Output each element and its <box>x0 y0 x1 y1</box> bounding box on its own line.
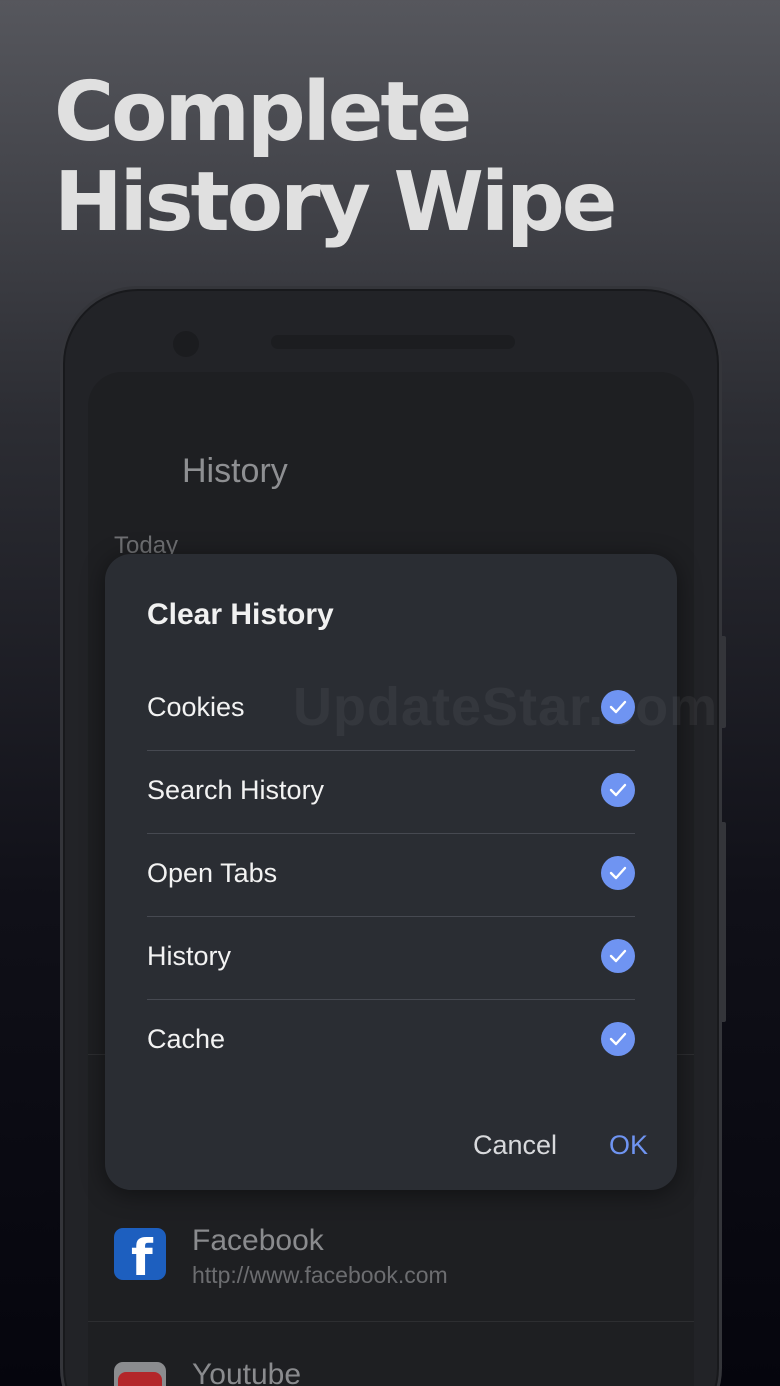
facebook-icon: f <box>114 1228 166 1286</box>
promo-headline: Complete History Wipe <box>54 65 617 250</box>
dialog-title: Clear History <box>147 598 334 631</box>
power-button <box>720 636 726 728</box>
option-search-history[interactable]: Search History <box>147 751 635 834</box>
camera-icon <box>173 331 199 357</box>
checkbox-checked-icon[interactable] <box>601 939 635 973</box>
ok-button[interactable]: OK <box>609 1130 648 1161</box>
divider <box>88 1321 694 1322</box>
history-item-youtube[interactable]: Youtube <box>114 1358 694 1386</box>
option-label: Open Tabs <box>147 858 278 888</box>
checkbox-checked-icon[interactable] <box>601 773 635 807</box>
option-history[interactable]: History <box>147 917 635 1000</box>
option-label: History <box>147 941 232 971</box>
option-label: Cookies <box>147 692 245 722</box>
history-item-url: http://www.facebook.com <box>192 1262 448 1288</box>
option-open-tabs[interactable]: Open Tabs <box>147 834 635 917</box>
checkbox-checked-icon[interactable] <box>601 856 635 890</box>
checkbox-checked-icon[interactable] <box>601 690 635 724</box>
checkbox-checked-icon[interactable] <box>601 1022 635 1056</box>
volume-button <box>720 822 726 1022</box>
page-title: History <box>182 452 288 490</box>
option-label: Cache <box>147 1024 226 1054</box>
history-item-title: Facebook <box>192 1224 324 1257</box>
cancel-button[interactable]: Cancel <box>473 1130 557 1161</box>
option-label: Search History <box>147 775 325 805</box>
option-cookies[interactable]: Cookies <box>147 668 635 751</box>
speaker-grille <box>271 335 515 349</box>
headline-line-2: History Wipe <box>54 155 617 250</box>
option-cache[interactable]: Cache <box>147 1000 635 1083</box>
history-item-facebook[interactable]: f Facebook http://www.facebook.com <box>114 1224 694 1320</box>
headline-line-1: Complete <box>54 65 472 160</box>
history-item-title: Youtube <box>192 1358 302 1386</box>
clear-history-dialog: UpdateStar.com Clear History Cookies Sea… <box>105 554 717 1190</box>
youtube-icon <box>114 1362 166 1386</box>
